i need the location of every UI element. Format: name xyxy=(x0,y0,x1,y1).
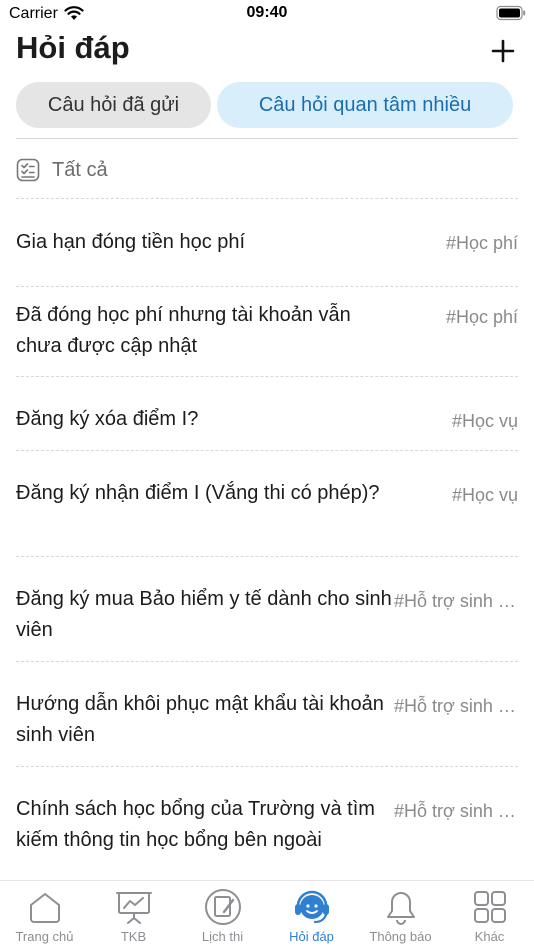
question-item[interactable]: Đăng ký nhận điểm I (Vắng thi có phép)? … xyxy=(16,451,518,557)
tabbar-item-schedule[interactable]: TKB xyxy=(89,881,178,950)
tabbar-label: Khác xyxy=(474,929,505,944)
question-tabs: Câu hỏi đã gửi Câu hỏi quan tâm nhiều xyxy=(16,82,518,128)
tabbar-item-home[interactable]: Trang chủ xyxy=(0,881,89,950)
question-item[interactable]: Hướng dẫn khôi phục mật khẩu tài khoản s… xyxy=(16,662,518,767)
tabbar-label: Thông báo xyxy=(369,929,432,944)
question-text: Hướng dẫn khôi phục mật khẩu tài khoản s… xyxy=(16,693,384,746)
tabbar-label: Hỏi đáp xyxy=(289,929,334,944)
status-bar: Carrier 09:40 xyxy=(0,0,534,28)
page-title: Hỏi đáp xyxy=(16,30,130,65)
grid-icon xyxy=(473,891,506,923)
tabs-divider xyxy=(16,138,518,139)
question-tag: #Hỗ trợ sinh viên xyxy=(394,696,518,716)
question-text: Đăng ký nhận điểm I (Vắng thi có phép)? xyxy=(16,482,380,504)
bottom-tab-bar: Trang chủ TKB Lịch thi Hỏi đáp Thông báo… xyxy=(0,880,534,950)
tabbar-label: Trang chủ xyxy=(15,929,74,944)
tabbar-item-qa[interactable]: Hỏi đáp xyxy=(267,881,356,950)
filter-list-icon xyxy=(16,158,40,182)
question-tag: #Học phí xyxy=(445,233,518,253)
question-tag: #Học vụ xyxy=(451,485,518,505)
question-text: Gia hạn đóng tiền học phí xyxy=(16,231,246,253)
home-icon xyxy=(29,893,60,923)
tabbar-item-notifications[interactable]: Thông báo xyxy=(356,881,445,950)
plus-icon xyxy=(491,39,515,63)
add-question-button[interactable] xyxy=(488,33,518,69)
question-item[interactable]: Đăng ký xóa điểm I? #Học vụ xyxy=(16,377,518,451)
question-text: Đăng ký xóa điểm I? xyxy=(16,408,199,430)
question-tag: #Học vụ xyxy=(451,411,518,431)
category-filter[interactable]: Tất cả xyxy=(16,152,108,188)
question-tag: #Hỗ trợ sinh viên xyxy=(394,591,518,611)
tabbar-label: TKB xyxy=(120,929,147,944)
bell-icon xyxy=(386,892,415,925)
question-tag: #Hỗ trợ sinh viên xyxy=(394,801,518,821)
question-text: Đăng ký mua Bảo hiểm y tế dành cho sinh … xyxy=(16,588,392,641)
schedule-board-icon xyxy=(115,892,152,924)
clock: 09:40 xyxy=(246,4,288,21)
question-item[interactable]: Đăng ký mua Bảo hiểm y tế dành cho sinh … xyxy=(16,557,518,662)
tabbar-item-more[interactable]: Khác xyxy=(445,881,534,950)
question-list: Gia hạn đóng tiền học phí #Học phí Đã đó… xyxy=(16,199,518,880)
question-text: Chính sách học bổng của Trường và tìm ki… xyxy=(16,798,375,851)
question-text: Đã đóng học phí nhưng tài khoản vẫn chưa… xyxy=(16,304,351,357)
question-item[interactable]: Gia hạn đóng tiền học phí #Học phí xyxy=(16,199,518,287)
battery-icon xyxy=(496,5,526,21)
question-item[interactable]: Đã đóng học phí nhưng tài khoản vẫn chưa… xyxy=(16,287,518,377)
tab-sent-questions[interactable]: Câu hỏi đã gửi xyxy=(16,82,211,128)
nav-header: Hỏi đáp xyxy=(0,30,534,72)
tab-popular-questions[interactable]: Câu hỏi quan tâm nhiều xyxy=(217,82,513,128)
filter-label: Tất cả xyxy=(52,158,108,181)
tabbar-label: Lịch thi xyxy=(201,929,244,944)
question-item[interactable]: Chính sách học bổng của Trường và tìm ki… xyxy=(16,767,518,880)
question-tag: #Học phí xyxy=(445,307,518,327)
tabbar-item-exam-schedule[interactable]: Lịch thi xyxy=(178,881,267,950)
support-headset-icon xyxy=(294,890,329,924)
exam-calendar-icon xyxy=(204,889,241,925)
